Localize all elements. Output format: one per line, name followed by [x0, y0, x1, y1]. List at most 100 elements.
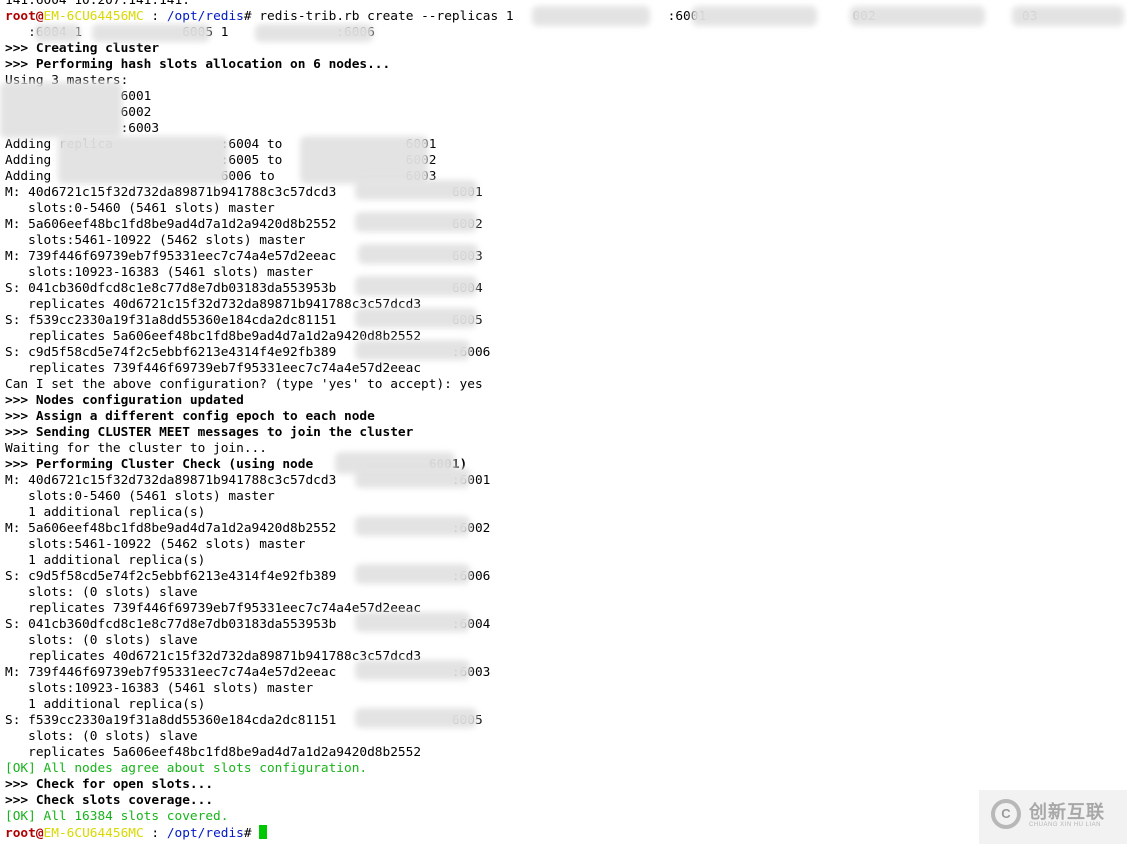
terminal-line-text: slots:5461-10922 (5462 slots) master: [5, 233, 306, 248]
terminal-line: slots: (0 slots) slave: [5, 729, 1037, 745]
terminal-line: S: c9d5f58cd5e74f2c5ebbf6213e4314f4e92fb…: [5, 345, 1037, 361]
redaction-blur: [355, 308, 477, 328]
terminal-line: root@EM-6CU64456MC : /opt/redis#: [5, 825, 1037, 841]
terminal-line: >>> Sending CLUSTER MEET messages to joi…: [5, 425, 1037, 441]
terminal-cursor[interactable]: [259, 825, 268, 839]
prompt-symbol: #: [243, 826, 260, 841]
redaction-blur: [850, 6, 985, 26]
terminal-line-text: Can I set the above configuration? (type…: [5, 377, 483, 392]
terminal-line: slots:0-5460 (5461 slots) master: [5, 201, 1037, 217]
terminal-line-text: 141:6004 10.207.141.141:: [5, 0, 190, 8]
prompt-host: EM-6CU64456MC: [43, 9, 144, 24]
terminal-line-text: slots:0-5460 (5461 slots) master: [5, 489, 275, 504]
prompt-separator: :: [143, 826, 167, 841]
prompt-separator: :: [143, 9, 167, 24]
terminal-line-text: slots:10923-16383 (5461 slots) master: [5, 265, 314, 280]
terminal-line: >>> Creating cluster: [5, 41, 1037, 57]
watermark: C 创新互联 CHUANG XIN HU LIAN: [979, 790, 1127, 844]
terminal-line: 1 additional replica(s): [5, 553, 1037, 569]
redaction-blur: [255, 24, 373, 42]
terminal-line: [OK] All 16384 slots covered.: [5, 809, 1037, 825]
redaction-blur: [355, 212, 477, 232]
terminal-line: replicates 40d6721c15f32d732da89871b9417…: [5, 649, 1037, 665]
terminal-line-text: slots:10923-16383 (5461 slots) master: [5, 681, 314, 696]
terminal-line: [OK] All nodes agree about slots configu…: [5, 761, 1037, 777]
redaction-blur: [355, 468, 470, 488]
terminal-line: S: 041cb360dfcd8c1e8c77d8e7db03183da5539…: [5, 617, 1037, 633]
terminal-line-text: [OK] All 16384 slots covered.: [5, 809, 229, 824]
terminal-line: replicates 739f446f69739eb7f95331eec7c74…: [5, 361, 1037, 377]
terminal-line-text: slots: (0 slots) slave: [5, 585, 198, 600]
redaction-blur: [532, 6, 650, 26]
terminal-line: >>> Check slots coverage...: [5, 793, 1037, 809]
terminal-line-text: slots: (0 slots) slave: [5, 729, 198, 744]
terminal-line-text: >>> Check for open slots...: [5, 777, 214, 792]
terminal-line-text: slots:0-5460 (5461 slots) master: [5, 201, 275, 216]
terminal-line: S: f539cc2330a19f31a8dd55360e184cda2dc81…: [5, 313, 1037, 329]
prompt-path: /opt/redis: [166, 826, 244, 841]
terminal-line: >>> Check for open slots...: [5, 777, 1037, 793]
terminal-line-text: 1 additional replica(s): [5, 505, 206, 520]
terminal-output[interactable]: 141:6004 10.207.141.141: root@EM-6CU64456…: [5, 0, 1037, 841]
redaction-blur: [300, 136, 428, 184]
terminal-line: M: 5a606eef48bc1fd8be9ad4d7a1d2a9420d8b2…: [5, 217, 1037, 233]
terminal-line: slots:5461-10922 (5462 slots) master: [5, 233, 1037, 249]
terminal-line-text: Waiting for the cluster to join...: [5, 441, 267, 456]
redaction-blur: [355, 180, 477, 200]
prompt-at: @: [35, 9, 44, 24]
prompt-host: EM-6CU64456MC: [43, 826, 144, 841]
terminal-line: M: 5a606eef48bc1fd8be9ad4d7a1d2a9420d8b2…: [5, 521, 1037, 537]
redaction-blur: [355, 612, 470, 632]
terminal-line: slots:5461-10922 (5462 slots) master: [5, 537, 1037, 553]
terminal-line: replicates 5a606eef48bc1fd8be9ad4d7a1d2a…: [5, 329, 1037, 345]
terminal-line: M: 739f446f69739eb7f95331eec7c74a4e57d2e…: [5, 249, 1037, 265]
redaction-blur: [0, 82, 122, 138]
terminal-line: S: 041cb360dfcd8c1e8c77d8e7db03183da5539…: [5, 281, 1037, 297]
terminal-line-text: >>> Nodes configuration updated: [5, 393, 244, 408]
terminal-line: Can I set the above configuration? (type…: [5, 377, 1037, 393]
prompt-user: root: [5, 9, 36, 24]
terminal-line: slots:10923-16383 (5461 slots) master: [5, 681, 1037, 697]
terminal-line: 6002: [5, 105, 1037, 121]
watermark-subtext: CHUANG XIN HU LIAN: [1029, 822, 1102, 828]
redaction-blur: [692, 6, 817, 26]
terminal-line: >>> Assign a different config epoch to e…: [5, 409, 1037, 425]
terminal-line: 1 additional replica(s): [5, 505, 1037, 521]
terminal-line: 1 additional replica(s): [5, 697, 1037, 713]
terminal-line: replicates 739f446f69739eb7f95331eec7c74…: [5, 601, 1037, 617]
redaction-blur: [35, 24, 80, 42]
redaction-blur: [355, 708, 477, 728]
redaction-blur: [1012, 6, 1124, 26]
prompt-path: /opt/redis: [166, 9, 244, 24]
terminal-line-text: 1 additional replica(s): [5, 697, 206, 712]
brand-logo-icon: C: [991, 799, 1021, 829]
terminal-line-text: replicates 739f446f69739eb7f95331eec7c74…: [5, 361, 422, 376]
terminal-line: >>> Nodes configuration updated: [5, 393, 1037, 409]
terminal-line: M: 40d6721c15f32d732da89871b941788c3c57d…: [5, 473, 1037, 489]
redaction-blur: [355, 660, 470, 680]
terminal-line-text: >>> Sending CLUSTER MEET messages to joi…: [5, 425, 414, 440]
terminal-line: M: 739f446f69739eb7f95331eec7c74a4e57d2e…: [5, 665, 1037, 681]
terminal-line: >>> Performing Cluster Check (using node…: [5, 457, 1037, 473]
terminal-line-text: >>> Check slots coverage...: [5, 793, 214, 808]
prompt-at: @: [35, 826, 44, 841]
terminal-line-text: slots:5461-10922 (5462 slots) master: [5, 537, 306, 552]
terminal-line: >>> Performing hash slots allocation on …: [5, 57, 1037, 73]
prompt-user: root: [5, 826, 36, 841]
prompt-symbol: #: [243, 9, 260, 24]
terminal-line: replicates 40d6721c15f32d732da89871b9417…: [5, 297, 1037, 313]
terminal-line-text: [OK] All nodes agree about slots configu…: [5, 761, 368, 776]
terminal-line: replicates 5a606eef48bc1fd8be9ad4d7a1d2a…: [5, 745, 1037, 761]
redaction-blur: [355, 340, 470, 360]
terminal-line-text: 1 additional replica(s): [5, 553, 206, 568]
terminal-line: slots:0-5460 (5461 slots) master: [5, 489, 1037, 505]
terminal-line: slots: (0 slots) slave: [5, 633, 1037, 649]
terminal-line: :6003: [5, 121, 1037, 137]
watermark-text: 创新互联: [1029, 802, 1105, 823]
terminal-line: Using 3 masters:: [5, 73, 1037, 89]
terminal-line: slots: (0 slots) slave: [5, 585, 1037, 601]
terminal-line-text: replicates 5a606eef48bc1fd8be9ad4d7a1d2a…: [5, 745, 422, 760]
terminal-line-text: slots: (0 slots) slave: [5, 633, 198, 648]
redaction-blur: [58, 136, 228, 184]
terminal-line-text: >>> Performing hash slots allocation on …: [5, 57, 391, 72]
